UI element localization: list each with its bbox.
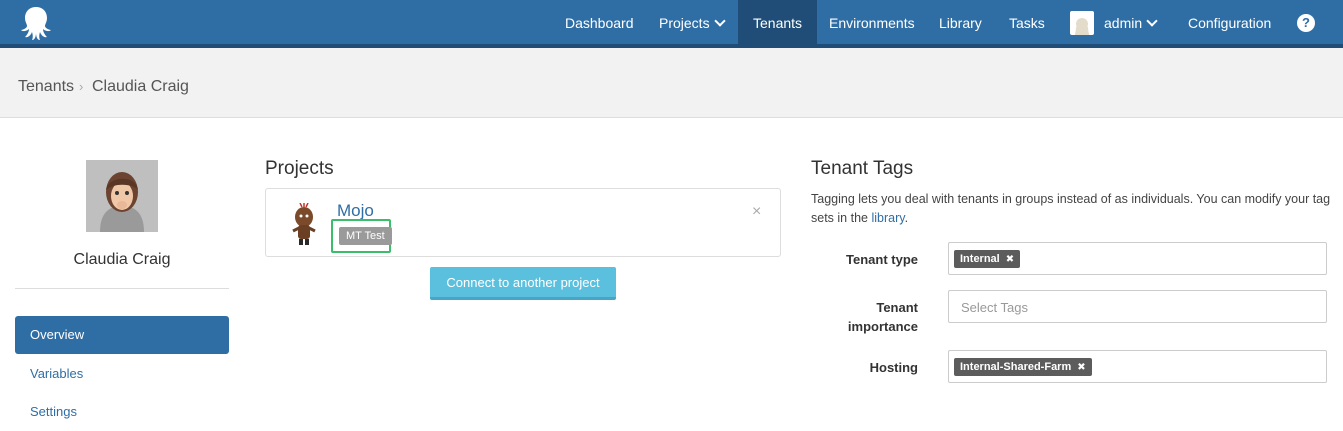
sidebar-item-overview[interactable]: Overview: [15, 316, 229, 354]
nav-configuration-label: Configuration: [1188, 15, 1272, 31]
divider: [15, 288, 229, 289]
tag-chip-label: Internal-Shared-Farm: [960, 361, 1072, 373]
nav-dashboard-label: Dashboard: [565, 15, 634, 31]
project-card: Mojo MT Test ×: [265, 188, 781, 257]
tenant-type-tag-input[interactable]: Internal ✖: [948, 242, 1327, 275]
nav-projects[interactable]: Projects: [644, 0, 739, 44]
nav-tasks-label: Tasks: [1009, 15, 1045, 31]
nav-user-menu[interactable]: admin: [1055, 0, 1171, 44]
description-end: .: [904, 211, 909, 225]
nav-library[interactable]: Library: [924, 0, 997, 44]
nav-tasks[interactable]: Tasks: [994, 0, 1060, 44]
select-tags-placeholder: Select Tags: [961, 300, 1028, 315]
nav-projects-label: Projects: [659, 15, 710, 31]
tenant-tags-heading: Tenant Tags: [811, 158, 914, 179]
remove-project-icon[interactable]: ×: [752, 203, 761, 221]
remove-tag-icon[interactable]: ✖: [1077, 362, 1085, 373]
hosting-label: Hosting: [869, 360, 918, 375]
breadcrumb: Tenants › Claudia Craig: [0, 48, 1343, 118]
nav-environments[interactable]: Environments: [814, 0, 930, 44]
breadcrumb-current: Claudia Craig: [92, 78, 189, 95]
tenant-type-label: Tenant type: [846, 252, 918, 267]
tag-chip-label: Internal: [960, 253, 1000, 265]
tenant-tags-description: Tagging lets you deal with tenants in gr…: [811, 190, 1331, 228]
nav-library-label: Library: [939, 15, 982, 31]
chevron-down-icon: [1146, 15, 1158, 27]
tag-chip: Internal-Shared-Farm ✖: [954, 358, 1092, 376]
project-name-link[interactable]: Mojo: [337, 201, 374, 221]
projects-heading: Projects: [265, 158, 334, 179]
octopus-logo-icon[interactable]: [18, 5, 54, 41]
sidebar-item-variables[interactable]: Variables: [15, 355, 229, 393]
project-logo-icon: [292, 203, 316, 245]
nav-environments-label: Environments: [829, 15, 915, 31]
chevron-down-icon: [713, 15, 726, 27]
library-link[interactable]: library: [871, 211, 904, 225]
tenant-name: Claudia Craig: [73, 251, 171, 268]
help-icon[interactable]: ?: [1297, 14, 1315, 32]
nav-tenants[interactable]: Tenants: [738, 0, 818, 44]
nav-configuration[interactable]: Configuration: [1173, 0, 1286, 44]
project-tag: MT Test: [339, 227, 392, 245]
tenant-importance-tag-input[interactable]: Select Tags: [948, 290, 1327, 323]
top-navbar: Dashboard Projects Tenants Environments …: [0, 0, 1343, 48]
project-tag-highlight: MT Test: [331, 219, 392, 253]
hosting-tag-input[interactable]: Internal-Shared-Farm ✖: [948, 350, 1327, 383]
breadcrumb-tenants-link[interactable]: Tenants: [18, 78, 74, 96]
user-avatar-icon: [1070, 11, 1094, 36]
remove-tag-icon[interactable]: ✖: [1006, 254, 1014, 265]
nav-tenants-label: Tenants: [753, 15, 803, 31]
sidebar-item-settings[interactable]: Settings: [15, 393, 229, 431]
connect-project-button[interactable]: Connect to another project: [430, 267, 616, 300]
nav-dashboard[interactable]: Dashboard: [550, 0, 649, 44]
tenant-avatar: [86, 160, 158, 232]
tenant-importance-label: Tenant importance: [847, 300, 918, 334]
tag-chip: Internal ✖: [954, 250, 1021, 268]
breadcrumb-separator-icon: ›: [79, 79, 84, 94]
nav-user-label: admin: [1104, 15, 1143, 31]
